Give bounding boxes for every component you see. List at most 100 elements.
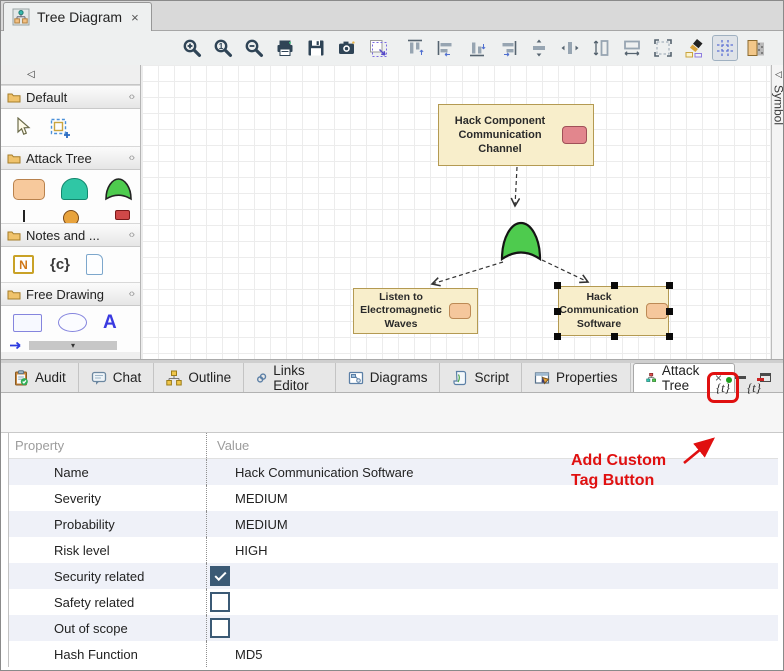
center-horizontally-button[interactable]	[557, 35, 583, 61]
palette-pin-icon[interactable]: ‹›	[129, 288, 134, 300]
table-row-security-related[interactable]: Security related	[9, 563, 778, 589]
selection-handle[interactable]	[554, 333, 561, 340]
table-row-safety-related[interactable]: Safety related	[9, 589, 778, 615]
palette-pin-icon[interactable]: ‹›	[129, 229, 134, 241]
properties-toolbar	[1, 393, 784, 433]
collapse-left-icon[interactable]: ◁	[775, 69, 782, 80]
selection-handle[interactable]	[611, 333, 618, 340]
editor-tab-close-icon[interactable]: ×	[131, 10, 139, 25]
property-value[interactable]: MEDIUM	[206, 485, 778, 511]
tab-properties[interactable]: Properties	[522, 363, 631, 392]
tab-outline[interactable]: Outline	[154, 363, 244, 392]
symbol-panel-rail[interactable]: ◁ Symbol	[771, 65, 784, 359]
marquee-tool[interactable]	[48, 116, 72, 139]
match-width-button[interactable]	[619, 35, 645, 61]
property-value[interactable]: HIGH	[206, 537, 778, 563]
selection-handle[interactable]	[554, 308, 561, 315]
or-gate-tool[interactable]	[104, 177, 133, 201]
align-bottom-button[interactable]	[464, 35, 490, 61]
out-of-scope-checkbox[interactable]	[210, 618, 230, 638]
selection-handle[interactable]	[666, 308, 673, 315]
match-height-button[interactable]	[588, 35, 614, 61]
attack-node-hack-software[interactable]: Hack Communication Software	[558, 286, 669, 336]
align-right-button[interactable]	[495, 35, 521, 61]
remove-tag-icon: {t}	[747, 380, 761, 396]
table-row-hash-function[interactable]: Hash Function MD5	[9, 641, 778, 667]
note-tool[interactable]: N	[13, 255, 34, 274]
remove-custom-tag-button[interactable]: {t}	[742, 377, 766, 399]
selection-handle[interactable]	[666, 333, 673, 340]
zoom-out-button[interactable]	[241, 35, 267, 61]
selection-handle[interactable]	[611, 282, 618, 289]
save-button[interactable]	[303, 35, 329, 61]
property-label: Safety related	[9, 595, 206, 610]
property-label: Probability	[9, 517, 206, 532]
property-value[interactable]: Hack Communication Software	[206, 459, 778, 485]
scroll-down-icon[interactable]: ▾	[29, 341, 117, 350]
selection-handle[interactable]	[666, 282, 673, 289]
palette-scroll-indicator[interactable]: ▾	[1, 339, 140, 352]
connection-tool[interactable]	[23, 210, 25, 222]
text-tool[interactable]: A	[103, 313, 117, 332]
attack-node-root[interactable]: Hack Component Communication Channel	[438, 104, 594, 166]
or-gate-shape[interactable]	[499, 220, 543, 262]
screenshot-button[interactable]	[334, 35, 360, 61]
align-left-button[interactable]	[433, 35, 459, 61]
chat-icon	[91, 370, 107, 386]
tab-diagrams[interactable]: Diagrams	[336, 363, 441, 392]
rectangle-tool[interactable]	[13, 314, 42, 332]
node-severity-badge[interactable]	[562, 126, 587, 144]
attack-node-tool[interactable]	[13, 179, 45, 200]
property-label: Hash Function	[9, 647, 206, 662]
node-severity-badge[interactable]	[449, 303, 471, 319]
tab-script[interactable]: Script	[440, 363, 522, 392]
node-severity-badge[interactable]	[646, 303, 668, 319]
palette-pin-icon[interactable]: ‹›	[129, 152, 134, 164]
property-value[interactable]: MD5	[206, 641, 778, 667]
zoom-actual-size-icon: 1	[213, 38, 233, 58]
bottom-tab-bar: Audit Chat Outline Links Editor Diagrams…	[1, 363, 784, 393]
safety-related-checkbox[interactable]	[210, 592, 230, 612]
attack-node-listen[interactable]: Listen to Electromagnetic Waves	[353, 288, 478, 334]
toggle-grid-button[interactable]	[712, 35, 738, 61]
tab-links-editor[interactable]: Links Editor	[244, 363, 336, 392]
zoom-actual-size-button[interactable]: 1	[210, 35, 236, 61]
column-header-property[interactable]: Property	[9, 438, 206, 453]
tab-tree-diagram[interactable]: Tree Diagram ×	[3, 2, 152, 31]
selection-handle[interactable]	[554, 282, 561, 289]
center-vertically-button[interactable]	[526, 35, 552, 61]
or-gate-icon	[104, 177, 133, 201]
align-top-button[interactable]	[402, 35, 428, 61]
event-tool[interactable]	[63, 210, 79, 223]
document-tool[interactable]	[86, 254, 103, 275]
tab-chat[interactable]: Chat	[79, 363, 155, 392]
diagram-canvas[interactable]: Hack Component Communication Channel Lis…	[142, 65, 770, 359]
match-width-icon	[622, 38, 642, 58]
print-button[interactable]	[272, 35, 298, 61]
and-gate-tool[interactable]	[61, 178, 88, 200]
palette-collapse-button[interactable]: ◁	[1, 65, 140, 85]
select-tool[interactable]	[13, 117, 32, 138]
palette-section-default[interactable]: Default ‹›	[1, 85, 140, 109]
constraint-tool[interactable]: {c}	[50, 256, 70, 273]
tab-audit[interactable]: Audit	[1, 363, 79, 392]
security-related-checkbox[interactable]	[210, 566, 230, 586]
crop-region-button[interactable]	[650, 35, 676, 61]
tab-label: Audit	[35, 370, 66, 385]
property-value[interactable]: MEDIUM	[206, 511, 778, 537]
column-header-value[interactable]: Value	[206, 433, 778, 458]
palette-pin-icon[interactable]: ‹›	[129, 91, 134, 103]
table-row-out-of-scope[interactable]: Out of scope	[9, 615, 778, 641]
palette-section-notes[interactable]: Notes and ... ‹›	[1, 223, 140, 247]
tab-label: Outline	[188, 370, 231, 385]
zoom-in-button[interactable]	[179, 35, 205, 61]
table-row-risk-level[interactable]: Risk level HIGH	[9, 537, 778, 563]
ellipse-tool[interactable]	[58, 313, 87, 332]
format-painter-button[interactable]	[681, 35, 707, 61]
table-row-probability[interactable]: Probability MEDIUM	[9, 511, 778, 537]
stamp-tool[interactable]	[115, 210, 130, 220]
palette-section-free-drawing[interactable]: Free Drawing ‹›	[1, 282, 140, 306]
palette-section-attack-tree[interactable]: Attack Tree ‹›	[1, 146, 140, 170]
palette-view-button[interactable]	[743, 35, 769, 61]
marquee-zoom-button[interactable]	[365, 35, 391, 61]
